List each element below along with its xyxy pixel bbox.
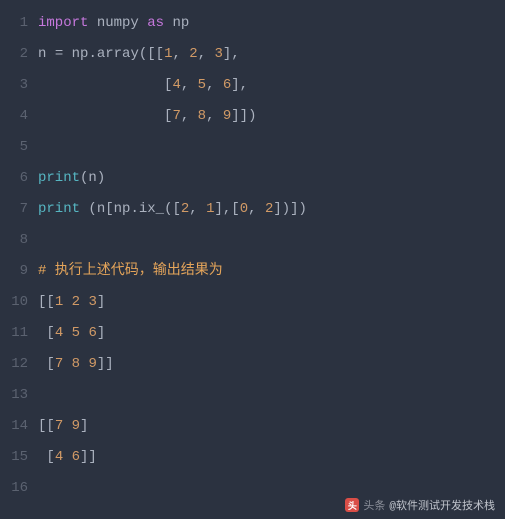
code-area: import numpy as np n = np.array([[1, 2, … — [38, 8, 505, 504]
number: 0 — [240, 201, 248, 217]
bracket: ], — [223, 46, 240, 62]
number: 6 — [72, 449, 80, 465]
toutiao-logo-icon: 头 — [345, 498, 359, 512]
expr: n[np — [97, 201, 131, 217]
number: 8 — [72, 356, 80, 372]
line-number: 8 — [0, 225, 28, 256]
code-line-empty — [38, 132, 505, 163]
number: 1 — [55, 294, 63, 310]
dot: . — [130, 201, 138, 217]
bracket: ] — [97, 325, 105, 341]
number: 8 — [198, 108, 206, 124]
code-editor: 1 2 3 4 5 6 7 8 9 10 11 12 13 14 15 16 i… — [0, 0, 505, 504]
bracket: ] — [80, 418, 88, 434]
bracket: [[ — [38, 294, 55, 310]
number: 2 — [189, 46, 197, 62]
number: 9 — [72, 418, 80, 434]
line-number: 2 — [0, 39, 28, 70]
code-line: [[1 2 3] — [38, 287, 505, 318]
number: 7 — [55, 418, 63, 434]
comment: # 执行上述代码，输出结果为 — [38, 263, 223, 279]
number: 9 — [88, 356, 96, 372]
line-number: 12 — [0, 349, 28, 380]
code-line: [[7 9] — [38, 411, 505, 442]
code-line: [4 5 6] — [38, 318, 505, 349]
bracket: ([ — [164, 201, 181, 217]
line-number: 4 — [0, 101, 28, 132]
keyword-print: print — [38, 170, 80, 186]
keyword-print: print — [38, 201, 80, 217]
line-number: 11 — [0, 318, 28, 349]
function-name: array — [97, 46, 139, 62]
number: 2 — [72, 294, 80, 310]
alias-name: np — [172, 15, 189, 31]
code-line: n = np.array([[1, 2, 3], — [38, 39, 505, 70]
number: 7 — [172, 108, 180, 124]
bracket: ], — [231, 77, 248, 93]
code-line: # 执行上述代码，输出结果为 — [38, 256, 505, 287]
module-name: numpy — [97, 15, 139, 31]
line-number: 3 — [0, 70, 28, 101]
arg: n — [88, 170, 96, 186]
code-line: import numpy as np — [38, 8, 505, 39]
line-number: 16 — [0, 473, 28, 504]
code-line: [7, 8, 9]]) — [38, 101, 505, 132]
bracket: [ — [46, 356, 54, 372]
watermark-handle: @软件测试开发技术栈 — [389, 497, 495, 513]
object: np — [72, 46, 89, 62]
keyword-import: import — [38, 15, 88, 31]
code-line: [7 8 9]] — [38, 349, 505, 380]
line-number-gutter: 1 2 3 4 5 6 7 8 9 10 11 12 13 14 15 16 — [0, 8, 38, 504]
number: 3 — [215, 46, 223, 62]
keyword-as: as — [147, 15, 164, 31]
number: 6 — [88, 325, 96, 341]
line-number: 5 — [0, 132, 28, 163]
number: 1 — [206, 201, 214, 217]
bracket: ]] — [80, 449, 97, 465]
code-line-empty — [38, 380, 505, 411]
line-number: 15 — [0, 442, 28, 473]
bracket: [ — [46, 449, 54, 465]
bracket: ],[ — [215, 201, 240, 217]
code-line: [4, 5, 6], — [38, 70, 505, 101]
line-number: 1 — [0, 8, 28, 39]
function-name: ix_ — [139, 201, 164, 217]
dot: . — [88, 46, 96, 62]
watermark: 头 头条 @软件测试开发技术栈 — [345, 497, 495, 513]
number: 4 — [172, 77, 180, 93]
line-number: 9 — [0, 256, 28, 287]
line-number: 13 — [0, 380, 28, 411]
number: 4 — [55, 449, 63, 465]
number: 5 — [198, 77, 206, 93]
bracket: ] — [97, 294, 105, 310]
bracket: ])]) — [273, 201, 307, 217]
code-line: print (n[np.ix_([2, 1],[0, 2])]) — [38, 194, 505, 225]
line-number: 6 — [0, 163, 28, 194]
bracket: [[ — [38, 418, 55, 434]
watermark-label: 头条 — [363, 497, 385, 513]
bracket: [ — [46, 325, 54, 341]
assign-op: = — [55, 46, 63, 62]
number: 7 — [55, 356, 63, 372]
line-number: 7 — [0, 194, 28, 225]
bracket: ]]) — [231, 108, 256, 124]
code-line: print(n) — [38, 163, 505, 194]
bracket: ]] — [97, 356, 114, 372]
number: 5 — [72, 325, 80, 341]
paren: ( — [88, 201, 96, 217]
number: 3 — [88, 294, 96, 310]
line-number: 14 — [0, 411, 28, 442]
code-line-empty — [38, 225, 505, 256]
paren: ) — [97, 170, 105, 186]
code-line: [4 6]] — [38, 442, 505, 473]
line-number: 10 — [0, 287, 28, 318]
number: 4 — [55, 325, 63, 341]
bracket: ([[ — [139, 46, 164, 62]
